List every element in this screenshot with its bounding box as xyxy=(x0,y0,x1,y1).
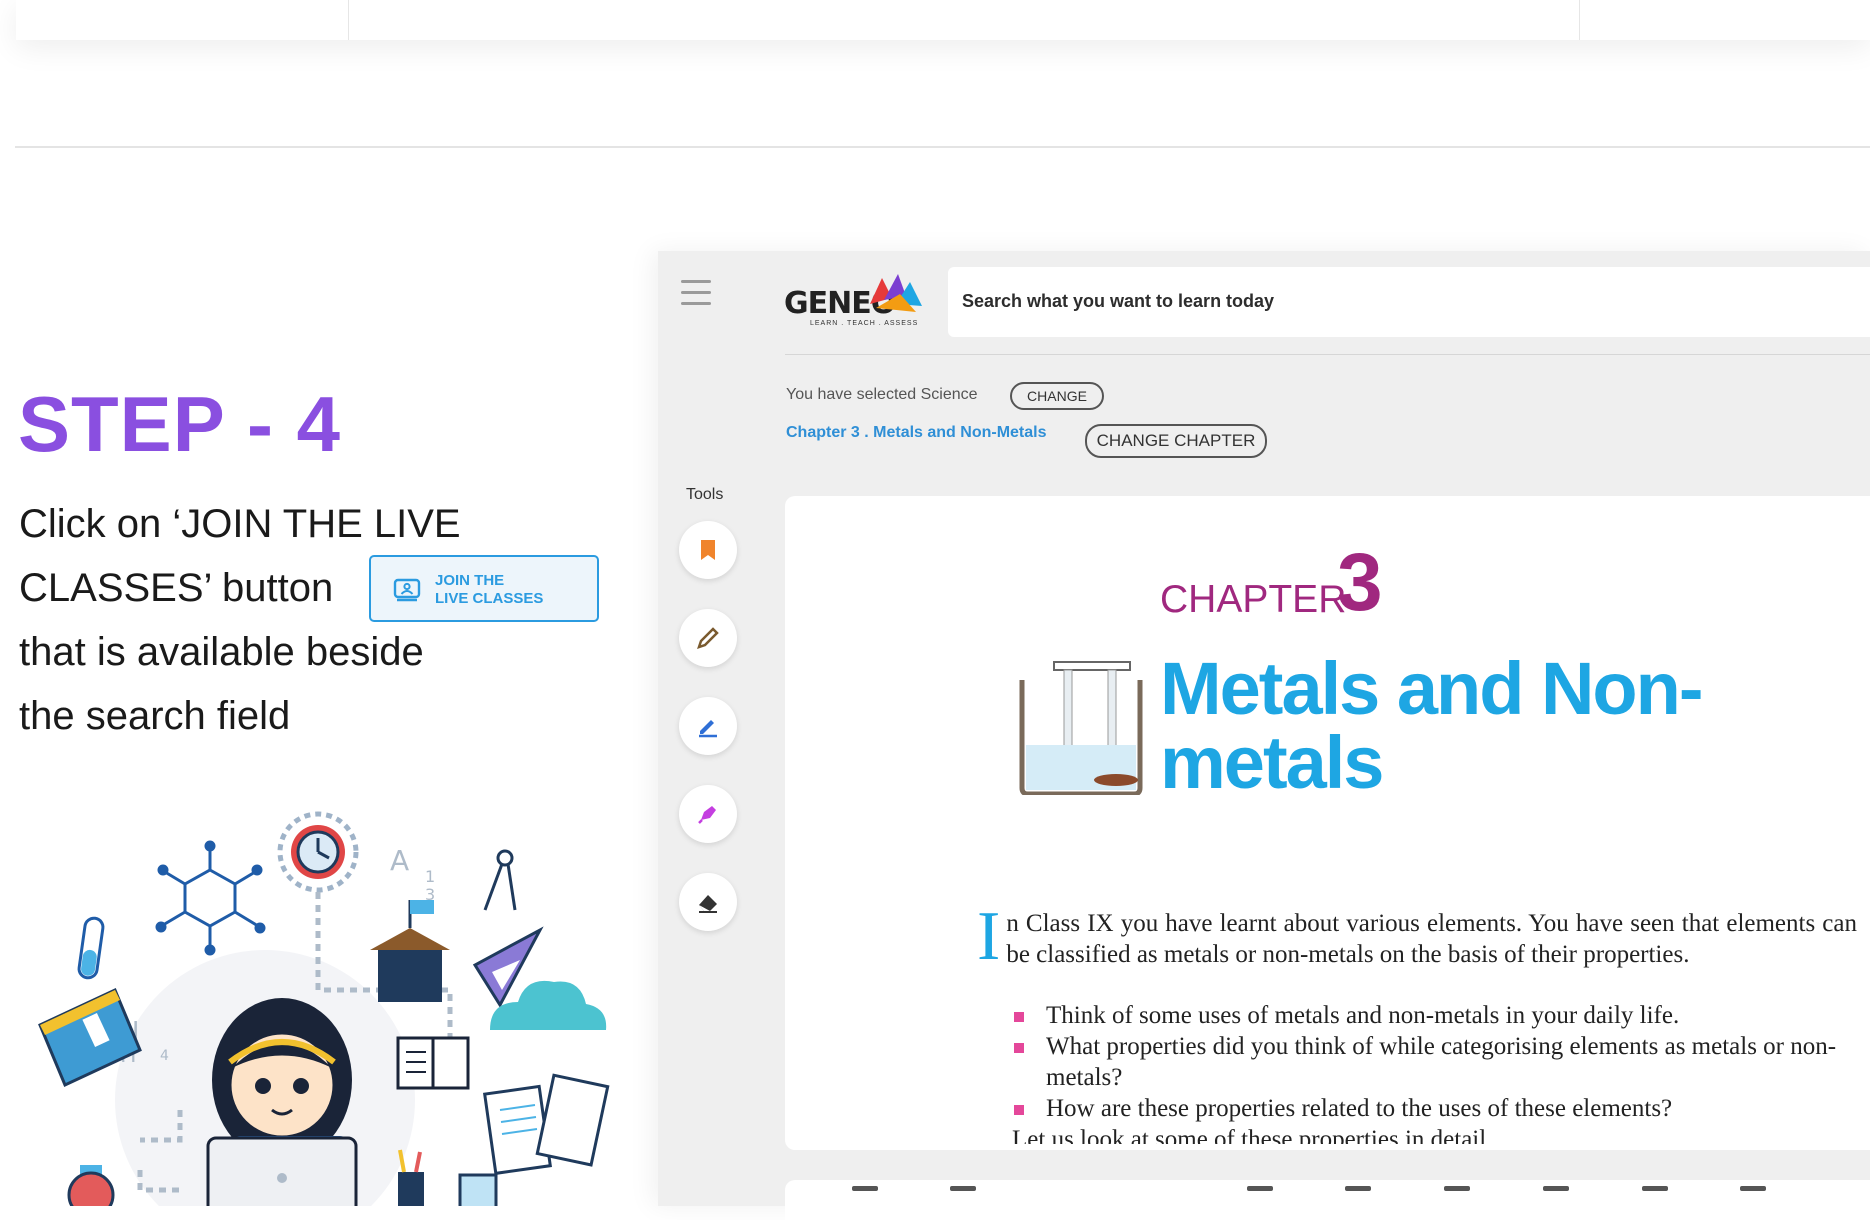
page-dash xyxy=(852,1186,878,1191)
molecule-icon xyxy=(155,840,266,956)
svg-text:1: 1 xyxy=(425,867,435,886)
join-button-line1: JOIN THE xyxy=(435,572,505,589)
dropcap: I xyxy=(977,898,1001,975)
step-title: STEP - 4 xyxy=(18,380,342,468)
join-button-label: JOIN THE LIVE CLASSES xyxy=(435,572,585,608)
chapter-word: CHAPTER xyxy=(1160,578,1347,621)
flask-icon xyxy=(67,1165,115,1206)
logo-mark-icon xyxy=(870,274,922,312)
question-list: Think of some uses of metals and non-met… xyxy=(1010,1000,1870,1144)
tools-label: Tools xyxy=(686,486,724,503)
eraser-icon xyxy=(699,895,717,913)
pencil-cup-icon xyxy=(398,1149,424,1206)
page-dash xyxy=(1345,1186,1371,1191)
list-item: Think of some uses of metals and non-met… xyxy=(1010,1000,1870,1031)
change-subject-button[interactable]: CHANGE xyxy=(1010,382,1104,410)
join-button-line2: LIVE CLASSES xyxy=(435,590,544,607)
test-tube-icon xyxy=(77,916,105,980)
beaker-small-icon xyxy=(458,1173,498,1206)
bookmark-icon xyxy=(701,540,715,560)
pencil-icon xyxy=(697,627,719,649)
step-desc-line3: that is available beside xyxy=(19,630,424,674)
page-dash xyxy=(950,1186,976,1191)
list-item-text: Think of some uses of metals and non-met… xyxy=(1046,1002,1680,1029)
list-item: How are these properties related to the … xyxy=(1010,1093,1870,1124)
intro-paragraph: In Class IX you have learnt about variou… xyxy=(977,898,1857,975)
svg-text:A: A xyxy=(390,844,409,877)
change-chapter-button[interactable]: CHANGE CHAPTER xyxy=(1085,424,1267,458)
notepad-icon xyxy=(483,1073,610,1176)
search-field[interactable]: Search what you want to learn today xyxy=(948,267,1870,337)
join-live-classes-button[interactable]: JOIN THE LIVE CLASSES xyxy=(369,555,599,622)
school-icon xyxy=(370,900,450,1002)
open-book-icon xyxy=(396,1036,470,1090)
highlighter-icon xyxy=(698,806,716,824)
geneo-logo[interactable]: GENEO LEARN . TEACH . ASSESS xyxy=(784,274,924,330)
section-divider xyxy=(15,146,1870,148)
next-page xyxy=(785,1180,1870,1220)
cutoff-line: Let us look at some of these properties … xyxy=(1012,1126,1493,1144)
live-class-icon xyxy=(393,578,421,602)
chapter-link[interactable]: Chapter 3 . Metals and Non-Metals xyxy=(786,424,1047,442)
bookmark-tool[interactable] xyxy=(679,521,737,579)
eraser-tool[interactable] xyxy=(679,873,737,931)
chapter-title: Metals and Non-metals xyxy=(1160,647,1703,804)
search-placeholder: Search what you want to learn today xyxy=(962,291,1275,311)
clock-icon xyxy=(277,811,359,893)
student-illustration: A 1 3 N H 4 xyxy=(38,811,610,1206)
beaker-illustration xyxy=(1019,661,1143,795)
list-item: What properties did you think of while c… xyxy=(1010,1031,1870,1093)
list-item-text: What properties did you think of while c… xyxy=(1046,1033,1837,1091)
step-desc-line1: Click on ‘JOIN THE LIVE xyxy=(19,502,461,546)
page-dash xyxy=(1247,1186,1273,1191)
svg-text:4: 4 xyxy=(160,1048,169,1064)
pen-tool[interactable] xyxy=(679,697,737,755)
page-dash xyxy=(1740,1186,1766,1191)
highlighter-tool[interactable] xyxy=(679,785,737,843)
list-item-text: How are these properties related to the … xyxy=(1046,1095,1673,1122)
intro-text: n Class IX you have learnt about various… xyxy=(1006,910,1857,968)
step-desc-line4: the search field xyxy=(19,694,291,738)
page-dash xyxy=(1642,1186,1668,1191)
compass-icon xyxy=(483,849,517,911)
selected-subject-text: You have selected Science xyxy=(786,386,978,403)
page-dash xyxy=(1444,1186,1470,1191)
pencil-tool[interactable] xyxy=(679,609,737,667)
menu-icon[interactable] xyxy=(681,280,711,306)
top-card xyxy=(16,0,1870,40)
logo-tagline: LEARN . TEACH . ASSESS xyxy=(810,320,919,327)
chapter-number: 3 xyxy=(1337,537,1383,628)
top-card-inner xyxy=(348,0,1580,40)
page-dash xyxy=(1543,1186,1569,1191)
pen-icon xyxy=(699,720,717,738)
header-divider xyxy=(785,354,1870,355)
laptop-icon xyxy=(206,1136,358,1206)
